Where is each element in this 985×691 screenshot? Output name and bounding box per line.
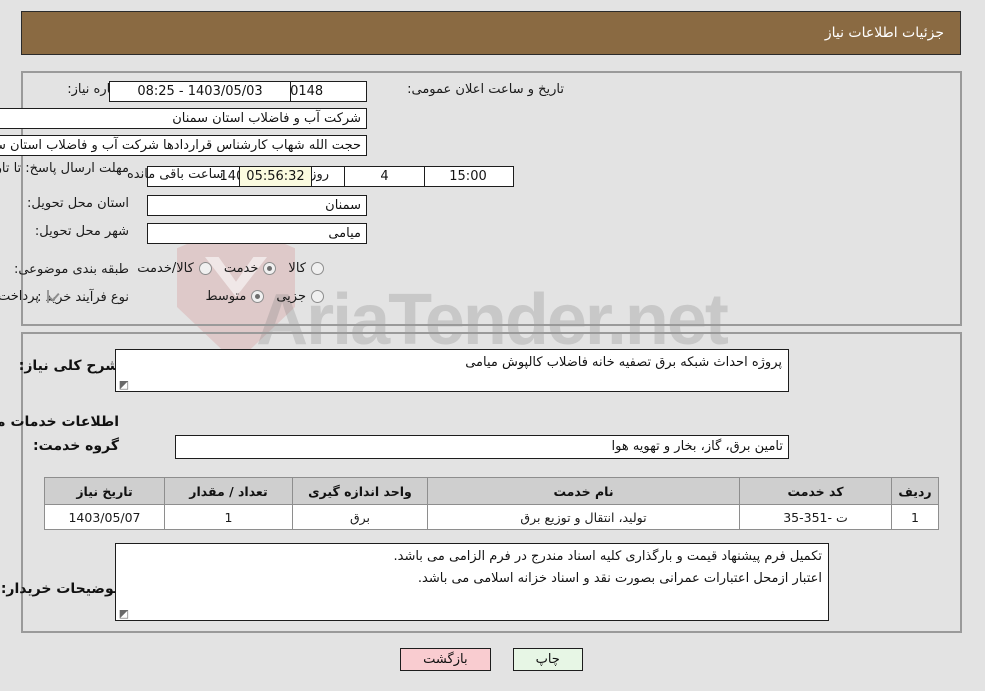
radio-category-service-label: خدمت — [224, 261, 260, 276]
radio-category-goods[interactable] — [312, 262, 325, 275]
need-summary-label: شرح کلی نیاز: — [19, 358, 120, 374]
radio-category-goods-label: کالا — [289, 261, 307, 276]
th-unit: واحد اندازه گیری — [293, 477, 429, 505]
province-label: استان محل تحویل: — [28, 196, 130, 211]
announce-datetime-label-row: تاریخ و ساعت اعلان عمومی: — [408, 82, 565, 97]
days-remaining-field[interactable]: 4 — [345, 166, 426, 187]
th-qty: تعداد / مقدار — [165, 477, 294, 505]
page-title: جزئیات اطلاعات نیاز — [825, 25, 945, 41]
buyer-notes-line1: تکمیل فرم پیشنهاد قیمت و بارگذاری کلیه ا… — [394, 549, 824, 564]
radio-process-medium[interactable] — [252, 290, 266, 303]
services-table: ردیف کد خدمت نام خدمت واحد اندازه گیری ت… — [45, 477, 940, 530]
announce-datetime-field[interactable]: 1403/05/03 - 08:25 — [110, 81, 292, 102]
action-buttons: چاپ بازگشت — [0, 648, 985, 671]
remaining-label-row: ساعت باقی مانده — [128, 167, 224, 182]
service-group-label: گروه خدمت: — [34, 438, 120, 454]
announce-datetime-label: تاریخ و ساعت اعلان عمومی: — [408, 82, 565, 97]
treasury-note-text: پرداخت تمام یا بخشی از مبلغ خرید،از محل … — [0, 289, 40, 304]
process-radio-group: جزیی متوسط — [194, 289, 325, 304]
resize-grip-icon[interactable]: ◩ — [120, 608, 130, 619]
services-section-title-row: اطلاعات خدمات مورد نیاز — [0, 414, 120, 430]
th-date: تاریخ نیاز — [45, 477, 166, 505]
service-group-field[interactable]: تامین برق، گاز، بخار و تهویه هوا — [176, 435, 790, 459]
category-label-row: طبقه بندی موضوعی: — [15, 262, 130, 277]
print-button[interactable]: چاپ — [513, 648, 584, 671]
city-label: شهر محل تحویل: — [35, 224, 130, 239]
city-label-row: شهر محل تحویل: — [36, 224, 130, 239]
deadline-label: مهلت ارسال پاسخ: تا تاریخ: — [0, 161, 130, 176]
city-field[interactable]: میامی — [148, 223, 368, 244]
cell-qty: 1 — [165, 504, 294, 530]
resize-grip-icon[interactable]: ◩ — [120, 379, 130, 390]
radio-process-minor[interactable] — [312, 290, 325, 303]
deadline-label-row: مهلت ارسال پاسخ: تا تاریخ: — [0, 159, 130, 177]
table-header-row: ردیف کد خدمت نام خدمت واحد اندازه گیری ت… — [45, 477, 940, 505]
cell-code: ت -351-35 — [740, 504, 893, 530]
back-button[interactable]: بازگشت — [401, 648, 492, 671]
buyer-org-field[interactable]: شرکت آب و فاضلاب استان سمنان — [0, 108, 368, 129]
cell-row: 1 — [892, 504, 940, 530]
buyer-notes-label-row: توضیحات خریدار: — [2, 581, 120, 597]
need-summary-box[interactable]: پروژه احداث شبکه برق تصفیه خانه فاضلاب ک… — [116, 349, 790, 392]
province-label-row: استان محل تحویل: — [28, 196, 130, 211]
radio-category-service[interactable] — [264, 262, 278, 275]
remaining-hours-label: ساعت باقی مانده — [128, 167, 225, 182]
page-header: جزئیات اطلاعات نیاز — [22, 11, 962, 55]
radio-process-medium-label: متوسط — [206, 289, 248, 304]
deadline-time-field[interactable]: 15:00 — [423, 166, 515, 187]
category-label: طبقه بندی موضوعی: — [14, 262, 130, 277]
cell-name: تولید، انتقال و توزیع برق — [428, 504, 741, 530]
need-summary-text: پروژه احداث شبکه برق تصفیه خانه فاضلاب ک… — [466, 355, 783, 370]
buyer-notes-line2: اعتبار ازمحل اعتبارات عمرانی بصورت نقد و… — [418, 571, 823, 586]
buyer-notes-box[interactable]: تکمیل فرم پیشنهاد قیمت و بارگذاری کلیه ا… — [116, 543, 830, 621]
radio-category-goods-service-label: کالا/خدمت — [138, 261, 195, 276]
services-section-title: اطلاعات خدمات مورد نیاز — [0, 414, 120, 430]
countdown-field: 05:56:32 — [240, 166, 313, 187]
checkbox-treasury-bonds[interactable] — [48, 290, 50, 303]
requester-field[interactable]: حجت الله شهاب کارشناس قراردادها شرکت آب … — [0, 135, 368, 156]
th-row: ردیف — [892, 477, 940, 505]
table-row: 1 ت -351-35 تولید، انتقال و توزیع برق بر… — [45, 504, 940, 530]
th-code: کد خدمت — [740, 477, 893, 505]
category-radio-group: کالا خدمت کالا/خدمت — [126, 261, 325, 276]
th-name: نام خدمت — [428, 477, 741, 505]
cell-date: 1403/05/07 — [45, 504, 166, 530]
summary-label-row: شرح کلی نیاز: — [20, 358, 120, 374]
service-group-label-row: گروه خدمت: — [34, 438, 120, 454]
buyer-notes-label: توضیحات خریدار: — [1, 581, 120, 597]
province-field[interactable]: سمنان — [148, 195, 368, 216]
radio-process-minor-label: جزیی — [277, 289, 307, 304]
cell-unit: برق — [293, 504, 429, 530]
page-root: AriaTender.net جزئیات اطلاعات نیاز شماره… — [0, 0, 985, 691]
radio-category-goods-service[interactable] — [199, 262, 213, 275]
